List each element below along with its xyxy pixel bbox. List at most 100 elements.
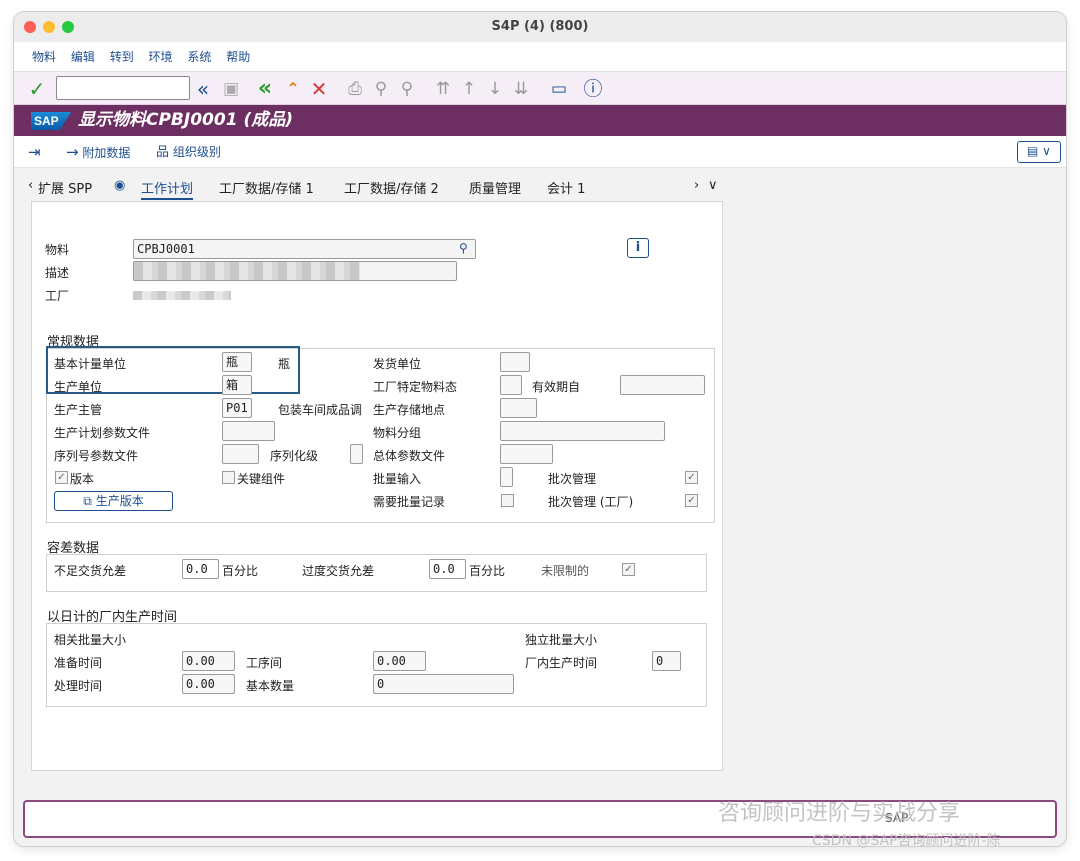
display-options-button[interactable]: ▤ ∨: [1017, 141, 1061, 163]
issue-unit-field[interactable]: [500, 352, 530, 372]
minimize-window-button[interactable]: [43, 21, 55, 33]
tab-accounting[interactable]: 会计 1: [547, 178, 585, 197]
batch-record-label: 需要批量记录: [373, 495, 446, 509]
critical-component-label: 关键组件: [237, 472, 286, 486]
check-icon[interactable]: ✓: [26, 78, 48, 100]
tab-extend-spp[interactable]: 扩展 SPP: [38, 178, 92, 197]
back-green-icon[interactable]: «: [254, 78, 276, 100]
processing-time-field[interactable]: 0.00: [182, 674, 235, 694]
over-tolerance-label: 过度交货允差: [302, 564, 375, 578]
material-group-field[interactable]: [500, 421, 665, 441]
batch-entry-field[interactable]: [500, 467, 513, 487]
version-checkbox[interactable]: ✓: [55, 471, 68, 484]
batch-mgmt-checkbox[interactable]: ✓: [685, 471, 698, 484]
info-icon[interactable]: i: [627, 238, 649, 258]
overall-profile-field[interactable]: [500, 444, 553, 464]
menu-system[interactable]: 系统: [187, 42, 211, 72]
watermark-caption: CSDN @SAP咨询顾问进阶-陈: [812, 833, 1001, 849]
batch-record-checkbox[interactable]: [501, 494, 514, 507]
unlimited-checkbox[interactable]: ✓: [622, 563, 635, 576]
base-uom-label: 基本计量单位: [54, 357, 127, 371]
issue-unit-label: 发货单位: [373, 357, 422, 371]
serialization-field[interactable]: [350, 444, 363, 464]
menu-goto[interactable]: 转到: [110, 42, 134, 72]
tab-quality[interactable]: 质量管理: [469, 178, 521, 197]
inhouse-time-label: 厂内生产时间: [525, 656, 598, 670]
base-qty-field[interactable]: 0: [373, 674, 514, 694]
work-plan-tab-icon: ◉: [114, 178, 126, 193]
help-icon[interactable]: ⓘ: [582, 78, 604, 100]
base-uom-field[interactable]: 瓶: [222, 352, 252, 372]
critical-component-checkbox[interactable]: [222, 471, 235, 484]
additional-data-button[interactable]: → 附加数据: [66, 143, 130, 162]
batch-mgmt-plant-checkbox[interactable]: ✓: [685, 494, 698, 507]
menu-edit[interactable]: 编辑: [71, 42, 95, 72]
tab-plant-data-1[interactable]: 工厂数据/存储 1: [219, 178, 314, 197]
menu-bar: 物料 编辑 转到 环境 系统 帮助: [14, 42, 1066, 72]
copy-icon: ⧉: [83, 494, 92, 508]
storage-loc-field[interactable]: [500, 398, 537, 418]
last-page-icon[interactable]: ⇊: [510, 78, 532, 100]
first-page-icon[interactable]: ⇈: [432, 78, 454, 100]
save-icon[interactable]: ▣: [220, 78, 242, 100]
over-tolerance-unit: 百分比: [469, 564, 506, 578]
tab-scroll-left[interactable]: ‹: [28, 178, 33, 193]
print-icon[interactable]: ⎙: [344, 78, 366, 100]
find-next-icon[interactable]: ⚲: [396, 78, 418, 100]
prod-version-label: 生产版本: [95, 494, 144, 508]
org-levels-button[interactable]: 品 组织级别: [156, 143, 221, 162]
serialization-label: 序列化级: [270, 449, 319, 463]
tolerance-group: [46, 554, 707, 592]
search-help-icon[interactable]: ⚲: [459, 241, 468, 255]
sap-logo: SAP: [31, 112, 71, 130]
application-toolbar: ⇥ → 附加数据 品 组织级别 ▤ ∨: [14, 136, 1066, 168]
batch-mgmt-plant-label: 批次管理 (工厂): [548, 495, 634, 509]
inhouse-time-field[interactable]: 0: [652, 651, 681, 671]
prod-unit-label: 生产单位: [54, 380, 103, 394]
back-icon[interactable]: «: [192, 78, 214, 100]
lot-independent-label: 独立批量大小: [525, 633, 598, 647]
prod-unit-field[interactable]: 箱: [222, 375, 252, 395]
exit-icon[interactable]: ⌃: [282, 78, 304, 100]
menu-environment[interactable]: 环境: [149, 42, 173, 72]
prod-version-button[interactable]: ⧉ 生产版本: [54, 491, 173, 511]
menu-help[interactable]: 帮助: [226, 42, 250, 72]
tab-work-plan[interactable]: 工作计划: [141, 178, 194, 200]
interop-label: 工序间: [246, 656, 283, 670]
next-page-icon[interactable]: ↓: [484, 78, 506, 100]
base-qty-label: 基本数量: [246, 679, 295, 693]
maximize-window-button[interactable]: [62, 21, 74, 33]
close-window-button[interactable]: [24, 21, 36, 33]
serial-profile-field[interactable]: [222, 444, 259, 464]
switch-view-icon[interactable]: ⇥: [28, 143, 41, 161]
tab-scroll-right[interactable]: ›: [694, 178, 699, 193]
prod-sched-profile-field[interactable]: [222, 421, 275, 441]
setup-time-field[interactable]: 0.00: [182, 651, 235, 671]
under-tolerance-field[interactable]: 0.0: [182, 559, 219, 579]
command-field[interactable]: [56, 76, 190, 100]
system-toolbar: ✓ « ▣ « ⌃ ✕ ⎙ ⚲ ⚲ ⇈ ↑ ↓ ⇊ ▭ ⓘ: [14, 73, 1066, 105]
interop-field[interactable]: 0.00: [373, 651, 426, 671]
prev-page-icon[interactable]: ↑: [458, 78, 480, 100]
valid-from-field[interactable]: [620, 375, 705, 395]
tab-list-icon[interactable]: ∨: [708, 178, 718, 193]
arrow-right-icon: →: [66, 143, 79, 161]
plant-status-label: 工厂特定物料态: [373, 380, 458, 394]
material-label: 物料: [45, 243, 70, 257]
tab-plant-data-2[interactable]: 工厂数据/存储 2: [344, 178, 439, 197]
layout-icon[interactable]: ▭: [548, 78, 570, 100]
cancel-icon[interactable]: ✕: [308, 78, 330, 100]
overall-profile-label: 总体参数文件: [373, 449, 446, 463]
org-levels-label: 组织级别: [172, 145, 221, 159]
menu-material[interactable]: 物料: [32, 42, 56, 72]
prod-supervisor-field[interactable]: P01: [222, 398, 252, 418]
title-bar: S4P (4) (800): [14, 12, 1066, 42]
material-field[interactable]: CPBJ0001: [133, 239, 476, 259]
over-tolerance-field[interactable]: 0.0: [429, 559, 466, 579]
plant-status-field[interactable]: [500, 375, 522, 395]
unlimited-label: 未限制的: [541, 564, 590, 578]
sap-window: S4P (4) (800) 物料 编辑 转到 环境 系统 帮助 ✓ « ▣ « …: [14, 12, 1066, 846]
find-icon[interactable]: ⚲: [370, 78, 392, 100]
material-group-label: 物料分组: [373, 426, 422, 440]
window-title: S4P (4) (800): [491, 19, 589, 34]
